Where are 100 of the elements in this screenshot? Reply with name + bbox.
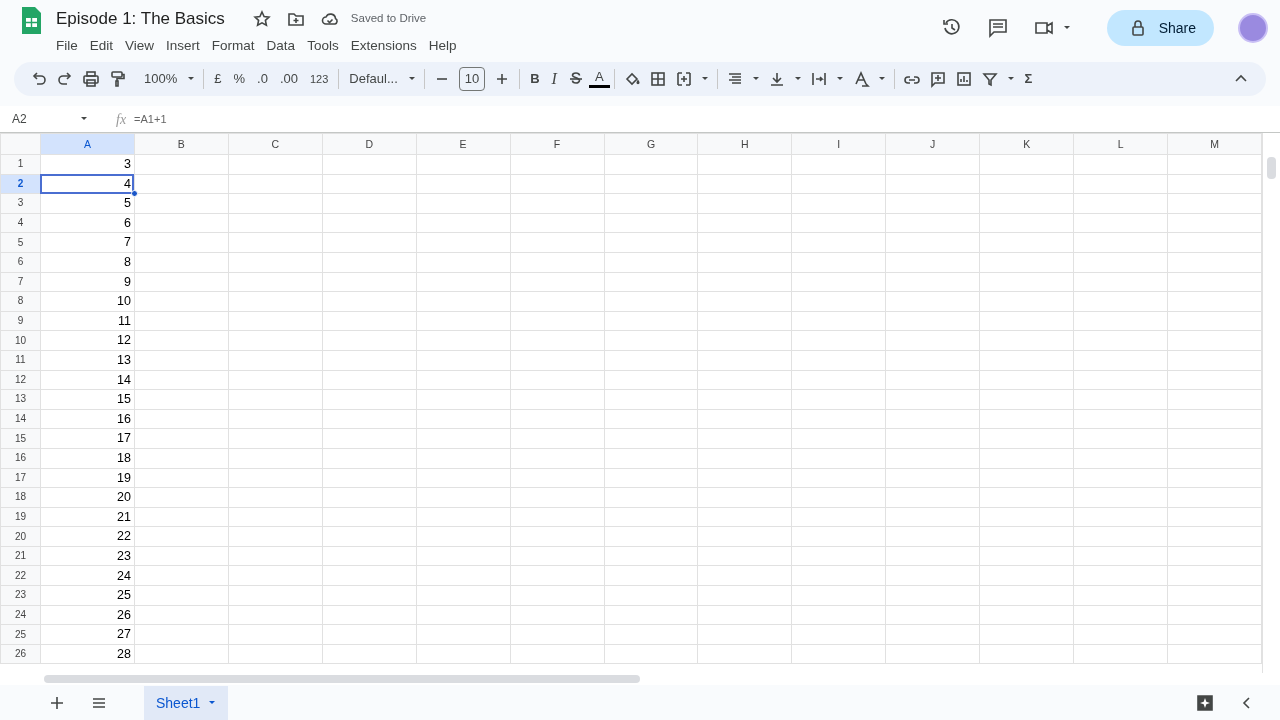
scrollbar-thumb[interactable] — [44, 675, 640, 683]
increase-decimal-button[interactable]: .00 — [273, 69, 304, 89]
column-header[interactable]: L — [1073, 133, 1168, 155]
row-header[interactable]: 9 — [0, 311, 41, 331]
menu-item[interactable]: Edit — [83, 35, 120, 56]
merge-cells-icon[interactable] — [674, 70, 693, 88]
table-cell[interactable]: 11 — [40, 311, 135, 331]
row-header[interactable]: 16 — [0, 448, 41, 468]
share-button[interactable]: Share — [1106, 10, 1214, 46]
caret-icon[interactable] — [1006, 75, 1015, 83]
italic-button[interactable]: I — [545, 67, 563, 91]
row-header[interactable]: 14 — [0, 409, 41, 429]
table-cell[interactable]: 4 — [40, 174, 135, 194]
row-header[interactable]: 12 — [0, 370, 41, 390]
row-header[interactable]: 24 — [0, 605, 41, 625]
menu-item[interactable]: View — [119, 35, 161, 56]
table-cell[interactable]: 16 — [40, 409, 135, 429]
row-header[interactable]: 17 — [0, 468, 41, 488]
formula-field[interactable]: =A1+1 — [134, 110, 167, 128]
column-header[interactable]: F — [510, 133, 604, 155]
table-cell[interactable]: 15 — [40, 389, 135, 410]
column-header[interactable]: K — [979, 133, 1074, 155]
add-sheet-icon[interactable] — [48, 694, 66, 712]
table-cell[interactable]: 20 — [40, 487, 135, 508]
comment-icon[interactable] — [986, 17, 1009, 39]
row-header[interactable]: 8 — [0, 291, 41, 312]
redo-icon[interactable] — [56, 70, 74, 88]
caret-icon[interactable] — [80, 115, 88, 123]
table-cell[interactable]: 28 — [40, 644, 135, 664]
filter-icon[interactable] — [980, 70, 999, 88]
fill-handle[interactable] — [130, 190, 138, 198]
row-header[interactable]: 5 — [0, 232, 41, 253]
add-comment-icon[interactable] — [928, 70, 947, 88]
zoom-select[interactable]: 100% — [138, 69, 184, 89]
caret-icon[interactable] — [187, 75, 196, 83]
row-header[interactable]: 7 — [0, 272, 41, 292]
table-cell[interactable]: 8 — [40, 252, 135, 273]
row-header[interactable]: 22 — [0, 565, 41, 586]
column-header[interactable]: H — [697, 133, 792, 155]
row-header[interactable]: 3 — [0, 193, 41, 214]
row-header[interactable]: 15 — [0, 428, 41, 449]
chart-icon[interactable] — [954, 70, 973, 88]
text-wrap-icon[interactable] — [809, 70, 828, 88]
table-cell[interactable]: 19 — [40, 468, 135, 488]
save-status[interactable]: Saved to Drive — [350, 10, 427, 28]
borders-icon[interactable] — [648, 70, 667, 88]
sheets-logo-icon[interactable] — [20, 6, 44, 36]
print-icon[interactable] — [82, 70, 100, 88]
scrollbar-thumb[interactable] — [1267, 157, 1276, 179]
font-size-field[interactable]: 10 — [458, 67, 486, 91]
column-header[interactable]: M — [1167, 133, 1262, 155]
text-color-button[interactable]: A — [588, 70, 610, 88]
currency-button[interactable]: £ — [208, 69, 228, 89]
table-cell[interactable]: 27 — [40, 624, 135, 645]
font-select[interactable]: Defaul... — [343, 69, 404, 89]
table-cell[interactable]: 17 — [40, 428, 135, 449]
row-header[interactable]: 18 — [0, 487, 41, 508]
caret-icon[interactable] — [835, 75, 844, 83]
menu-item[interactable]: Format — [205, 35, 261, 56]
percent-button[interactable]: % — [227, 69, 252, 89]
table-cell[interactable]: 23 — [40, 546, 135, 566]
menu-item[interactable]: Tools — [301, 35, 345, 56]
column-header[interactable]: I — [791, 133, 886, 155]
table-cell[interactable]: 10 — [40, 291, 135, 312]
column-header[interactable]: A — [40, 133, 135, 155]
caret-icon[interactable] — [700, 75, 709, 83]
table-cell[interactable]: 9 — [40, 272, 135, 292]
explore-icon[interactable] — [1196, 694, 1214, 712]
table-cell[interactable]: 13 — [40, 350, 135, 371]
row-header[interactable]: 13 — [0, 389, 41, 410]
caret-icon[interactable] — [751, 75, 760, 83]
column-header[interactable]: C — [228, 133, 323, 155]
column-header[interactable]: J — [885, 133, 980, 155]
column-header[interactable]: E — [416, 133, 511, 155]
row-header[interactable]: 26 — [0, 644, 41, 664]
functions-button[interactable]: Σ — [1018, 69, 1039, 89]
avatar[interactable] — [1238, 13, 1268, 43]
sheet-tab[interactable]: Sheet1 — [144, 686, 229, 720]
table-cell[interactable]: 24 — [40, 565, 135, 586]
undo-icon[interactable] — [30, 70, 48, 88]
row-header[interactable]: 21 — [0, 546, 41, 566]
table-cell[interactable]: 7 — [40, 232, 135, 253]
menu-item[interactable]: Help — [422, 35, 463, 56]
bold-button[interactable]: B — [524, 69, 546, 89]
menu-item[interactable]: Insert — [160, 35, 206, 56]
menu-item[interactable]: Extensions — [344, 35, 423, 56]
row-header[interactable]: 6 — [0, 252, 41, 273]
table-cell[interactable]: 18 — [40, 448, 135, 468]
row-header[interactable]: 2 — [0, 174, 41, 194]
star-icon[interactable] — [252, 9, 271, 28]
column-header[interactable]: B — [134, 133, 229, 155]
row-header[interactable]: 19 — [0, 507, 41, 527]
number-format-button[interactable]: 123 — [303, 70, 335, 88]
caret-icon[interactable] — [877, 75, 886, 83]
table-cell[interactable]: 22 — [40, 526, 135, 547]
caret-icon[interactable] — [407, 75, 416, 83]
table-cell[interactable]: 12 — [40, 330, 135, 351]
row-header[interactable]: 1 — [0, 154, 41, 175]
decrease-decimal-button[interactable]: .0 — [251, 69, 274, 89]
table-cell[interactable]: 21 — [40, 507, 135, 527]
